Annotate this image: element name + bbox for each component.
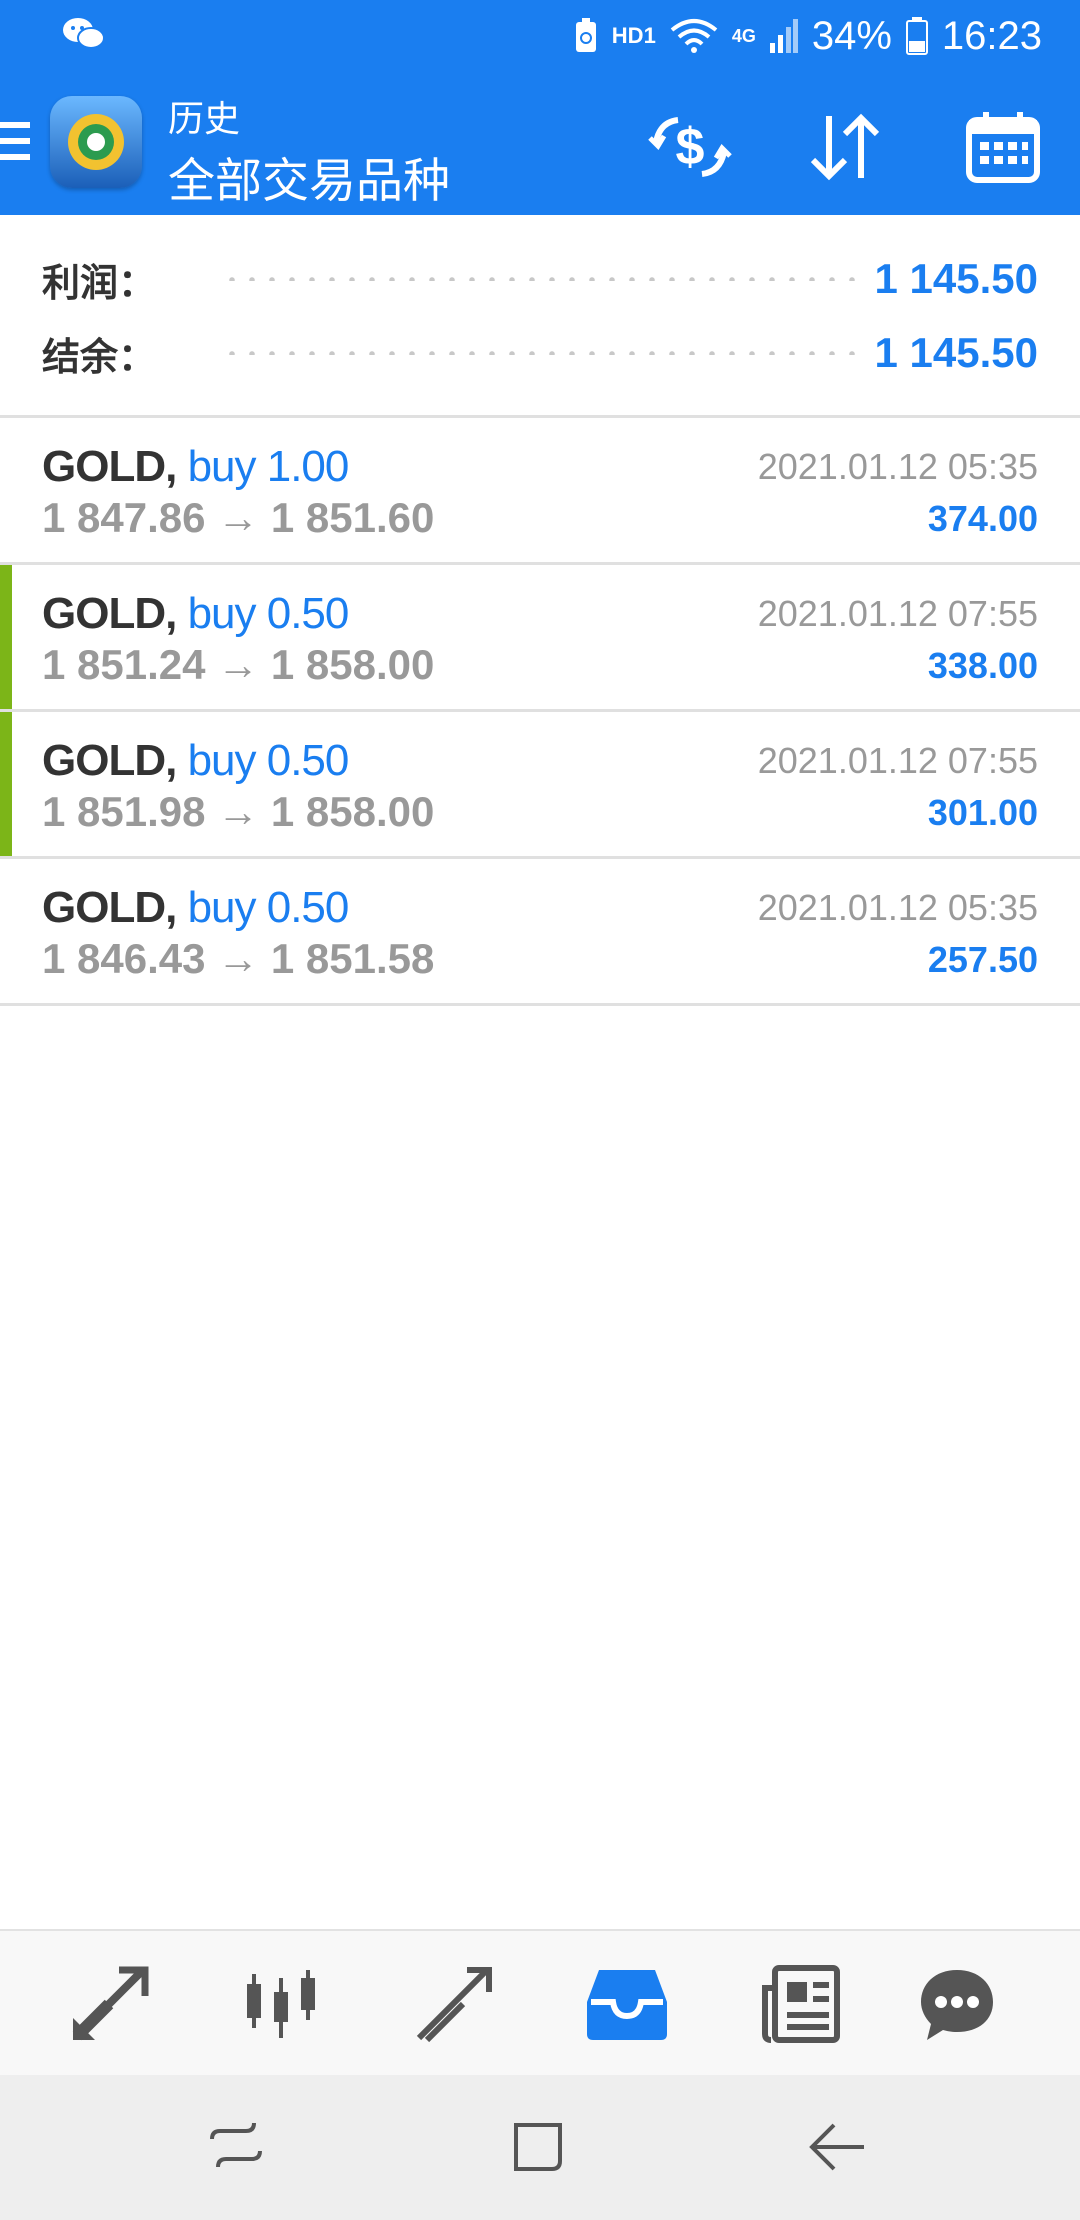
trade-marker	[0, 712, 12, 856]
chat-icon	[921, 1970, 993, 2040]
wechat-icon	[63, 18, 105, 49]
trade-prices: 1 851.98 → 1 858.00	[42, 788, 434, 836]
app-root: { "status_bar": { "network": "HD1", "sig…	[0, 0, 1080, 2220]
dotted-leader	[222, 351, 855, 355]
back-icon[interactable]	[808, 2117, 868, 2177]
open-price: 1 851.98	[42, 788, 206, 835]
summary-panel: 利润： 1 145.50 结余： 1 145.50	[0, 215, 1080, 418]
balance-value: 1 145.50	[874, 329, 1039, 376]
signal-label: 4G	[731, 25, 756, 46]
trade-marker	[0, 565, 12, 709]
sort-button[interactable]	[800, 102, 890, 192]
clock: 16:23	[941, 13, 1042, 58]
trade-row[interactable]: GOLD, buy 0.50 1 851.24 → 1 858.00 2021.…	[0, 565, 1080, 712]
home-icon[interactable]	[508, 2117, 568, 2177]
bottom-navigation	[0, 1929, 1080, 2075]
signal-icon	[769, 19, 798, 53]
wifi-icon	[670, 19, 718, 53]
open-price: 1 847.86	[42, 494, 206, 541]
trade-side: buy 0.50	[187, 736, 350, 785]
trade-prices: 1 846.43 → 1 851.58	[42, 935, 434, 983]
trade-side: buy 1.00	[187, 442, 350, 491]
trade-symbol: GOLD,	[42, 442, 177, 491]
arrow: →	[217, 494, 260, 541]
profit-label: 利润：	[42, 262, 157, 305]
history-icon	[587, 1970, 667, 2040]
trade-symbol: GOLD,	[42, 736, 177, 785]
nav-news[interactable]	[758, 1961, 844, 2047]
balance-row: 结余： 1 145.50	[42, 323, 1038, 383]
trade-list: GOLD, buy 1.00 1 847.86 → 1 851.60 2021.…	[0, 418, 1080, 1006]
trade-symbol-line: GOLD, buy 0.50	[42, 736, 350, 786]
trade-symbol: GOLD,	[42, 883, 177, 932]
trade-symbol: GOLD,	[42, 589, 177, 638]
nav-chat[interactable]	[914, 1961, 1000, 2047]
symbol-filter-title[interactable]: 全部交易品种	[168, 142, 450, 211]
network-hd-label: HD1	[611, 23, 656, 48]
trade-row[interactable]: GOLD, buy 0.50 1 851.98 → 1 858.00 2021.…	[0, 712, 1080, 859]
menu-icon[interactable]	[0, 122, 30, 166]
battery-icon	[905, 17, 928, 55]
close-price: 1 858.00	[270, 641, 435, 688]
close-price: 1 851.58	[270, 935, 435, 982]
trade-row[interactable]: GOLD, buy 1.00 1 847.86 → 1 851.60 2021.…	[0, 418, 1080, 565]
profit-value: 1 145.50	[874, 255, 1039, 302]
trade-time: 2021.01.12 07:55	[757, 740, 1038, 781]
battery-saver-icon	[575, 18, 596, 52]
open-price: 1 851.24	[42, 641, 206, 688]
nav-quotes[interactable]	[66, 1961, 152, 2047]
trade-profit: 301.00	[927, 792, 1038, 833]
arrow: →	[217, 788, 260, 835]
chart-icon	[247, 1970, 315, 2038]
status-bar: HD1 4G 34% 16:23	[0, 0, 1080, 72]
trade-prices: 1 847.86 → 1 851.60	[42, 494, 434, 542]
trade-time: 2021.01.12 05:35	[757, 446, 1038, 487]
close-price: 1 851.60	[270, 494, 435, 541]
trade-time: 2021.01.12 05:35	[757, 887, 1038, 928]
calendar-icon	[966, 112, 1040, 183]
battery-percent: 34%	[811, 13, 892, 58]
trade-profit: 257.50	[927, 939, 1038, 980]
svg-text:$: $	[676, 118, 705, 176]
nav-chart[interactable]	[238, 1961, 324, 2047]
trade-profit: 338.00	[927, 645, 1038, 686]
metatrader-logo[interactable]	[50, 96, 142, 188]
quotes-icon	[72, 1966, 149, 2041]
status-indicators: HD1 4G 34% 16:23	[574, 0, 1042, 72]
arrow: →	[217, 641, 260, 688]
trade-side: buy 0.50	[187, 589, 350, 638]
sort-icon	[810, 113, 880, 181]
balance-label: 结余：	[42, 336, 157, 379]
trade-symbol-line: GOLD, buy 0.50	[42, 883, 350, 933]
nav-trade[interactable]	[410, 1961, 496, 2047]
trade-side: buy 0.50	[187, 883, 350, 932]
arrow: →	[217, 935, 260, 982]
open-price: 1 846.43	[42, 935, 206, 982]
recent-apps-icon[interactable]	[206, 2117, 266, 2177]
app-bar: 历史 全部交易品种 $	[0, 72, 1080, 215]
profit-row: 利润： 1 145.50	[42, 249, 1038, 309]
calendar-button[interactable]	[958, 102, 1048, 192]
currency-exchange-button[interactable]: $	[645, 102, 735, 192]
system-navigation-bar	[0, 2075, 1080, 2220]
nav-history[interactable]	[584, 1961, 670, 2047]
trade-time: 2021.01.12 07:55	[757, 593, 1038, 634]
currency-exchange-icon: $	[648, 117, 732, 177]
trade-profit: 374.00	[927, 498, 1038, 539]
dotted-leader	[222, 277, 855, 281]
screen-subtitle: 历史	[168, 98, 241, 139]
close-price: 1 858.00	[270, 788, 435, 835]
trade-prices: 1 851.24 → 1 858.00	[42, 641, 434, 689]
trade-symbol-line: GOLD, buy 1.00	[42, 442, 350, 492]
trade-symbol-line: GOLD, buy 0.50	[42, 589, 350, 639]
trade-icon	[416, 1967, 492, 2043]
news-icon	[762, 1965, 840, 2043]
trade-row[interactable]: GOLD, buy 0.50 1 846.43 → 1 851.58 2021.…	[0, 859, 1080, 1006]
